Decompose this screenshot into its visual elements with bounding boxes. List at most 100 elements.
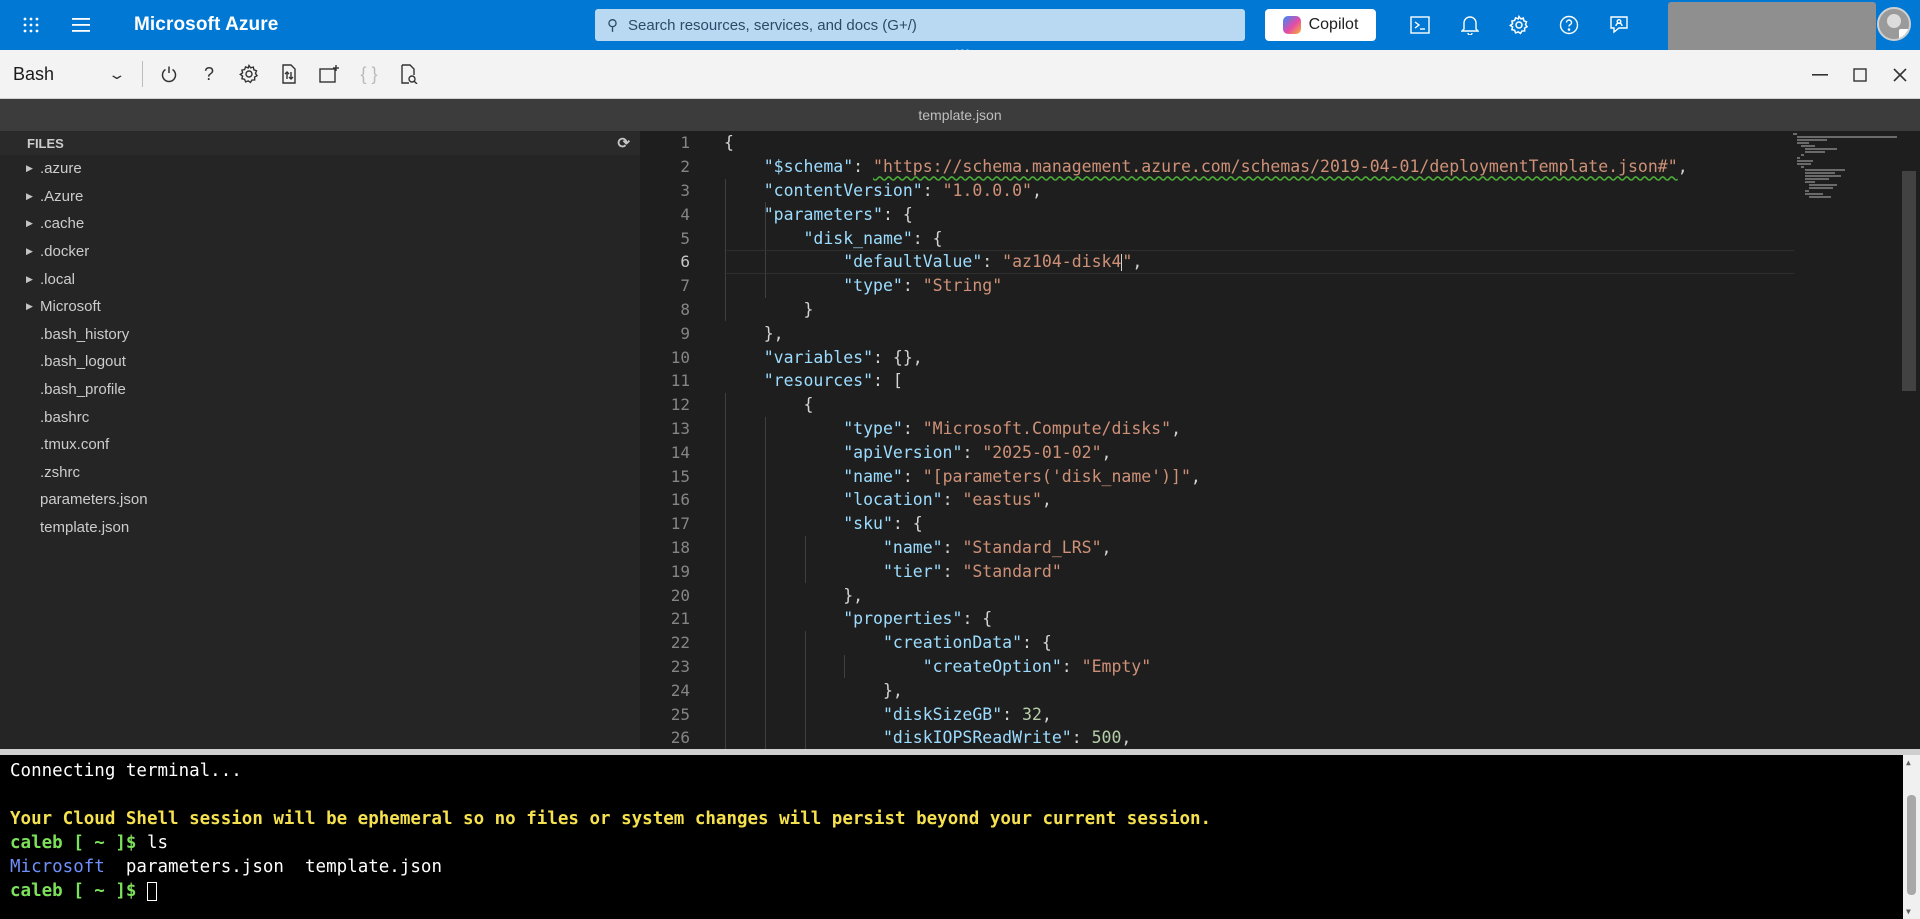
file-item-label: template.json bbox=[40, 519, 130, 537]
file-item-label: .tmux.conf bbox=[40, 436, 110, 454]
shell-type-value: Bash bbox=[13, 63, 55, 84]
file-item-label: .bash_logout bbox=[40, 353, 126, 371]
folder-item[interactable]: ▶ .azure bbox=[0, 155, 640, 183]
code-line: 18 "name": "Standard_LRS", bbox=[640, 536, 1790, 560]
terminal-command-line: caleb [ ~ ]$ ls bbox=[10, 831, 1920, 855]
editor-minimap[interactable] bbox=[1793, 131, 1903, 201]
folder-item[interactable]: ▶ .docker bbox=[0, 238, 640, 266]
code-line-text: "contentVersion": "1.0.0.0", bbox=[763, 180, 1042, 200]
portal-brand-link[interactable]: Microsoft Azure bbox=[134, 14, 278, 36]
file-item[interactable]: parameters.json bbox=[0, 486, 640, 514]
minimize-button[interactable] bbox=[1800, 50, 1840, 99]
code-line: 16 "location": "eastus", bbox=[640, 488, 1790, 512]
chevron-right-icon: ▶ bbox=[26, 301, 33, 312]
line-number: 23 bbox=[670, 656, 690, 676]
terminal-prompt-active: caleb [ ~ ]$ bbox=[10, 881, 137, 901]
line-number: 24 bbox=[670, 680, 690, 700]
help-icon[interactable] bbox=[1544, 0, 1594, 50]
line-number: 22 bbox=[670, 633, 690, 653]
code-line: 13 "type": "Microsoft.Compute/disks", bbox=[640, 417, 1790, 441]
editor-tab-title: template.json bbox=[0, 99, 1920, 131]
open-editor-braces-button[interactable]: { } bbox=[349, 54, 389, 94]
terminal-active-line: caleb [ ~ ]$ bbox=[10, 879, 1920, 903]
settings-button[interactable] bbox=[229, 54, 269, 94]
line-number: 16 bbox=[670, 490, 690, 510]
editor-vertical-scrollbar[interactable] bbox=[1902, 171, 1916, 391]
copilot-button[interactable]: Copilot bbox=[1265, 9, 1376, 41]
restart-power-button[interactable] bbox=[149, 54, 189, 94]
terminal-connecting-line: Connecting terminal... bbox=[10, 761, 242, 781]
code-line: 11 "resources": [ bbox=[640, 369, 1790, 393]
file-item[interactable]: .tmux.conf bbox=[0, 431, 640, 459]
app-launcher-icon[interactable] bbox=[6, 0, 56, 50]
file-item-label: .zshrc bbox=[40, 463, 81, 481]
open-new-session-button[interactable] bbox=[309, 54, 349, 94]
file-item[interactable]: .bashrc bbox=[0, 403, 640, 431]
file-item[interactable]: template.json bbox=[0, 514, 640, 542]
terminal-scroll-thumb[interactable] bbox=[1907, 795, 1916, 895]
terminal-scrollbar[interactable]: ▲ ▼ bbox=[1903, 755, 1920, 919]
feedback-icon[interactable] bbox=[1594, 0, 1644, 50]
file-item-label: .Azure bbox=[40, 187, 84, 205]
files-header: FILES ⟳ bbox=[0, 131, 640, 155]
file-item[interactable]: .bash_history bbox=[0, 321, 640, 349]
help-button[interactable]: ? bbox=[189, 54, 229, 94]
line-number: 14 bbox=[670, 442, 690, 462]
code-line-text: "name": "Standard_LRS", bbox=[882, 537, 1112, 557]
refresh-icon[interactable]: ⟳ bbox=[617, 134, 630, 152]
file-item-label: .docker bbox=[40, 243, 90, 261]
cloud-shell-icon[interactable] bbox=[1395, 0, 1445, 50]
code-line-text: "type": "String" bbox=[843, 276, 1003, 296]
folder-item[interactable]: ▶ .local bbox=[0, 265, 640, 293]
code-line: 14 "apiVersion": "2025-01-02", bbox=[640, 440, 1790, 464]
code-line-text: "tier": "Standard" bbox=[882, 561, 1062, 581]
code-line-text: "sku": { bbox=[843, 514, 923, 534]
code-line-text: "disk_name": { bbox=[803, 228, 943, 248]
terminal-command: ls bbox=[136, 833, 169, 853]
file-item-label: .azure bbox=[40, 160, 82, 178]
upload-download-files-button[interactable] bbox=[269, 54, 309, 94]
copilot-label: Copilot bbox=[1308, 16, 1359, 33]
folder-item[interactable]: ▶ .cache bbox=[0, 210, 640, 238]
chevron-right-icon: ▶ bbox=[26, 190, 33, 201]
code-line-text: "$schema": "https://schema.management.az… bbox=[763, 157, 1688, 177]
hamburger-menu-icon[interactable] bbox=[56, 0, 106, 50]
question-mark-icon: ? bbox=[203, 63, 214, 84]
avatar[interactable] bbox=[1877, 7, 1911, 41]
chevron-right-icon: ▶ bbox=[26, 218, 33, 229]
code-line-text: "properties": { bbox=[843, 609, 993, 629]
code-line: 4 "parameters": { bbox=[640, 202, 1790, 226]
code-line-text: { bbox=[724, 133, 734, 153]
account-info-box[interactable] bbox=[1668, 2, 1876, 52]
code-editor[interactable]: 1{2 "$schema": "https://schema.managemen… bbox=[640, 131, 1920, 749]
terminal-pane[interactable]: Connecting terminal... Your Cloud Shell … bbox=[0, 755, 1920, 919]
code-line: 20 }, bbox=[640, 583, 1790, 607]
code-line-text: }, bbox=[724, 323, 784, 343]
terminal-output-line: Microsoft parameters.json template.json bbox=[10, 855, 1920, 879]
shell-type-select[interactable]: Bash ⌄ bbox=[0, 50, 135, 99]
file-explorer-pane: FILES ⟳ ▶ .azure ▶ .Azure ▶ .cache ▶ .docker ▶ .l… bbox=[0, 131, 640, 749]
folder-item[interactable]: ▶ .Azure bbox=[0, 183, 640, 211]
file-item[interactable]: .bash_logout bbox=[0, 348, 640, 376]
code-line-text: "variables": {}, bbox=[763, 347, 923, 367]
scroll-down-arrow-icon[interactable]: ▼ bbox=[1906, 907, 1911, 916]
maximize-button[interactable] bbox=[1840, 50, 1880, 99]
code-line: 25 "diskSizeGB": 32, bbox=[640, 702, 1790, 726]
file-item-label: .bashrc bbox=[40, 408, 90, 426]
global-search-input[interactable]: ⚲ Search resources, services, and docs (… bbox=[595, 9, 1245, 41]
terminal-warning-line: Your Cloud Shell session will be ephemer… bbox=[10, 809, 1212, 829]
code-line: 17 "sku": { bbox=[640, 512, 1790, 536]
notifications-bell-icon[interactable] bbox=[1445, 0, 1495, 50]
file-item[interactable]: .bash_profile bbox=[0, 376, 640, 404]
code-line: 19 "tier": "Standard" bbox=[640, 559, 1790, 583]
chevron-right-icon: ▶ bbox=[26, 163, 33, 174]
settings-gear-icon[interactable] bbox=[1494, 0, 1544, 50]
scroll-up-arrow-icon[interactable]: ▲ bbox=[1906, 758, 1911, 767]
close-button[interactable] bbox=[1880, 50, 1920, 99]
code-line: 15 "name": "[parameters('disk_name')]", bbox=[640, 464, 1790, 488]
code-line: 1{ bbox=[640, 131, 1790, 155]
web-preview-button[interactable] bbox=[389, 54, 429, 94]
file-item[interactable]: .zshrc bbox=[0, 459, 640, 487]
copilot-logo-icon bbox=[1282, 16, 1301, 34]
folder-item[interactable]: ▶ Microsoft bbox=[0, 293, 640, 321]
